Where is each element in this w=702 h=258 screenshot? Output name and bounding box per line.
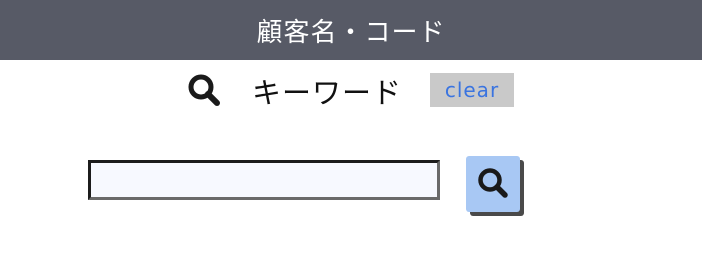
header-title: 顧客名・コード [256, 17, 446, 48]
clear-button[interactable]: clear [430, 73, 514, 107]
search-button-icon [478, 168, 508, 198]
keyword-label: キーワード [252, 76, 403, 110]
search-icon [184, 72, 224, 108]
keyword-search-input[interactable] [88, 160, 440, 200]
page: 顧客名・コード キーワード clear [0, 0, 702, 258]
keyword-row: キーワード clear [0, 60, 702, 120]
section-header: 顧客名・コード [0, 0, 702, 60]
search-button[interactable] [466, 156, 520, 212]
